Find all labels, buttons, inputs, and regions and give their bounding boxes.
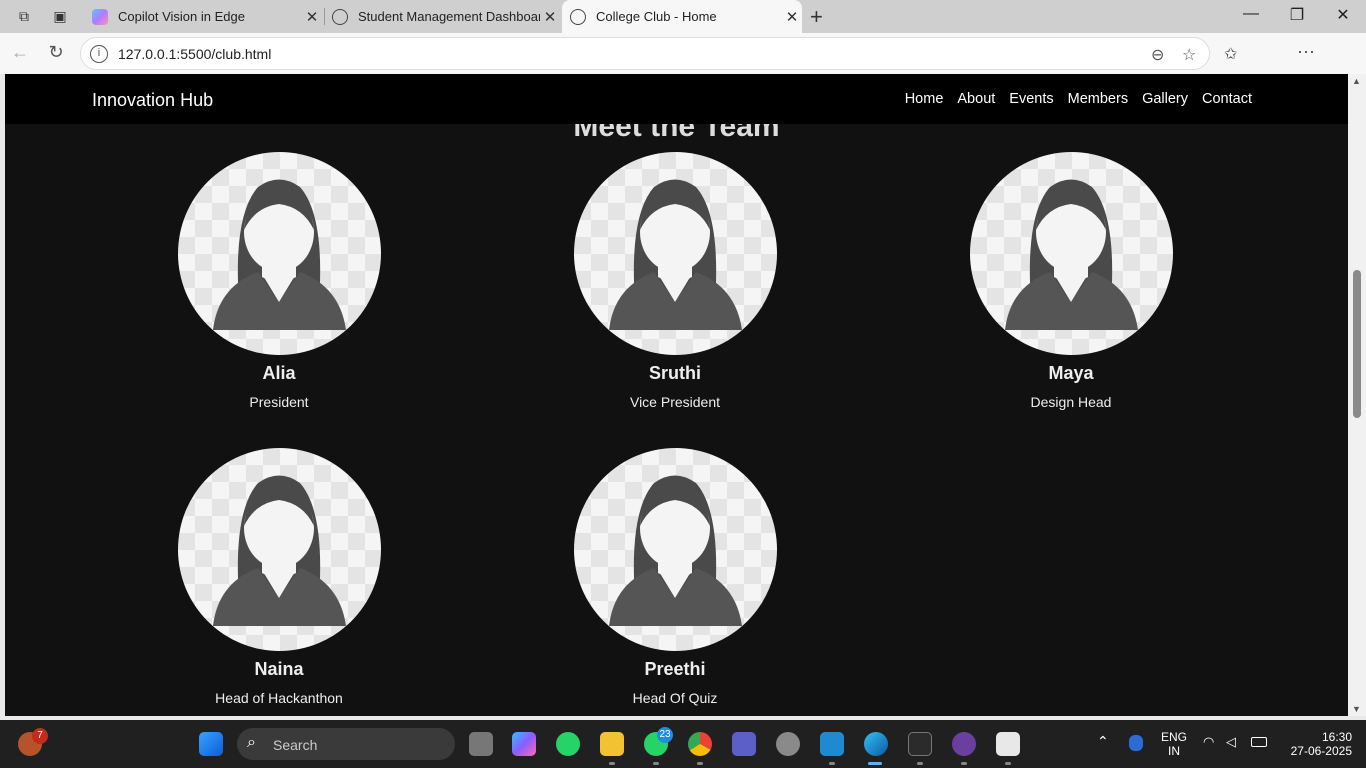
site-info-icon[interactable]: i — [90, 44, 108, 63]
site-brand[interactable]: Innovation Hub — [92, 90, 213, 111]
language-indicator[interactable]: ENG IN — [1158, 730, 1190, 758]
tab-student-dashboard[interactable]: Student Management Dashboard ✕ — [324, 0, 560, 33]
start-icon[interactable] — [199, 732, 223, 756]
page-scrollbar[interactable]: ▲ ▼ — [1348, 74, 1366, 716]
scroll-down-icon[interactable]: ▼ — [1352, 704, 1361, 714]
globe-icon — [332, 8, 348, 25]
close-tab-icon[interactable]: ✕ — [540, 8, 560, 26]
windows-taskbar: 7 ⌕ Search 23 ⌃ ENG IN ◠ ◁ 16:30 27-06-2… — [0, 720, 1366, 768]
member-name: Preethi — [644, 659, 706, 679]
member-role: President — [249, 394, 309, 410]
member-role: Head Of Quiz — [632, 690, 718, 706]
member-photo — [969, 152, 1173, 355]
address-bar[interactable]: i 127.0.0.1:5500/club.html ⊖ ☆ — [80, 37, 1210, 70]
member-name: Naina — [254, 659, 304, 679]
globe-icon — [570, 8, 586, 25]
nav-link-members[interactable]: Members — [1068, 91, 1128, 107]
member-role: Design Head — [1030, 394, 1112, 410]
member-role: Head of Hackanthon — [215, 690, 343, 706]
file-explorer-icon[interactable] — [600, 732, 624, 756]
member-photo — [177, 448, 381, 651]
member-name: Alia — [262, 363, 296, 383]
edge-icon[interactable] — [864, 732, 888, 756]
member-card: Alia President — [129, 152, 429, 410]
new-tab-icon[interactable]: + — [810, 4, 823, 30]
taskbar-search[interactable]: ⌕ Search — [237, 728, 455, 760]
member-name: Sruthi — [649, 363, 701, 383]
close-window-icon[interactable]: ✕ — [1328, 5, 1358, 25]
favorite-star-icon[interactable]: ☆ — [1182, 45, 1196, 65]
volume-icon[interactable]: ◁ — [1226, 735, 1236, 749]
battery-icon[interactable] — [1251, 737, 1267, 747]
media-player-icon[interactable] — [952, 732, 976, 756]
refresh-icon[interactable]: ↻ — [44, 42, 68, 63]
nav-link-events[interactable]: Events — [1009, 91, 1053, 107]
copilot-favicon-icon — [92, 8, 108, 25]
favorites-icon[interactable]: ✩ — [1224, 44, 1237, 64]
minimize-icon[interactable]: — — [1236, 5, 1266, 23]
widget-badge: 7 — [32, 728, 48, 744]
member-card: Naina Head of Hackanthon — [129, 448, 429, 706]
more-options-icon[interactable]: ··· — [1297, 41, 1315, 62]
copilot-app-icon[interactable] — [512, 732, 536, 756]
workspaces-icon[interactable]: ⧉ — [15, 7, 33, 25]
nav-link-about[interactable]: About — [957, 91, 995, 107]
close-tab-icon[interactable]: ✕ — [782, 8, 802, 26]
search-icon: ⌕ — [247, 734, 256, 751]
member-card: Sruthi Vice President — [525, 152, 825, 410]
nav-link-contact[interactable]: Contact — [1202, 91, 1252, 107]
snipping-tool-icon[interactable] — [996, 732, 1020, 756]
vertical-tabs-icon[interactable]: ▣ — [51, 7, 69, 25]
member-role: Vice President — [629, 394, 720, 410]
tab-copilot-vision[interactable]: Copilot Vision in Edge ✕ — [84, 0, 322, 33]
member-photo — [573, 152, 777, 355]
nav-link-gallery[interactable]: Gallery — [1142, 91, 1188, 107]
address-toolbar: ← ↻ i 127.0.0.1:5500/club.html ⊖ ☆ ✩ ··· — [0, 33, 1366, 98]
web-page: Innovation Hub Home About Events Members… — [5, 74, 1348, 716]
zoom-icon[interactable]: ⊖ — [1151, 45, 1164, 65]
close-tab-icon[interactable]: ✕ — [302, 8, 322, 26]
nav-link-home[interactable]: Home — [905, 91, 944, 107]
wifi-icon[interactable]: ◠ — [1203, 735, 1214, 749]
member-photo — [177, 152, 381, 355]
member-card: Preethi Head Of Quiz — [525, 448, 825, 706]
browser-tab-bar: ⧉ ▣ Copilot Vision in Edge ✕ Student Man… — [0, 0, 1366, 33]
tab-college-club[interactable]: College Club - Home ✕ — [562, 0, 802, 33]
scrollbar-thumb[interactable] — [1353, 270, 1361, 418]
nav-links: Home About Events Members Gallery Contac… — [905, 91, 1252, 107]
settings-gear-icon[interactable] — [776, 732, 800, 756]
clock[interactable]: 16:30 27-06-2025 — [1282, 730, 1352, 758]
scroll-up-icon[interactable]: ▲ — [1352, 76, 1361, 86]
member-card: Maya Design Head — [921, 152, 1221, 410]
whatsapp-web-icon[interactable] — [556, 732, 580, 756]
url-text[interactable]: 127.0.0.1:5500/club.html — [118, 46, 271, 62]
chevron-up-icon[interactable]: ⌃ — [1097, 734, 1109, 748]
teams-icon[interactable] — [732, 732, 756, 756]
member-photo — [573, 448, 777, 651]
bluetooth-icon[interactable] — [1129, 735, 1143, 751]
whatsapp-badge: 23 — [657, 727, 673, 743]
restore-icon[interactable]: ❐ — [1282, 5, 1312, 25]
terminal-icon[interactable] — [908, 732, 932, 756]
chrome-icon[interactable] — [688, 732, 712, 756]
vscode-icon[interactable] — [820, 732, 844, 756]
task-view-icon[interactable] — [469, 732, 493, 756]
site-navbar: Innovation Hub Home About Events Members… — [5, 74, 1348, 124]
member-name: Maya — [1048, 363, 1094, 383]
back-icon[interactable]: ← — [8, 42, 32, 63]
